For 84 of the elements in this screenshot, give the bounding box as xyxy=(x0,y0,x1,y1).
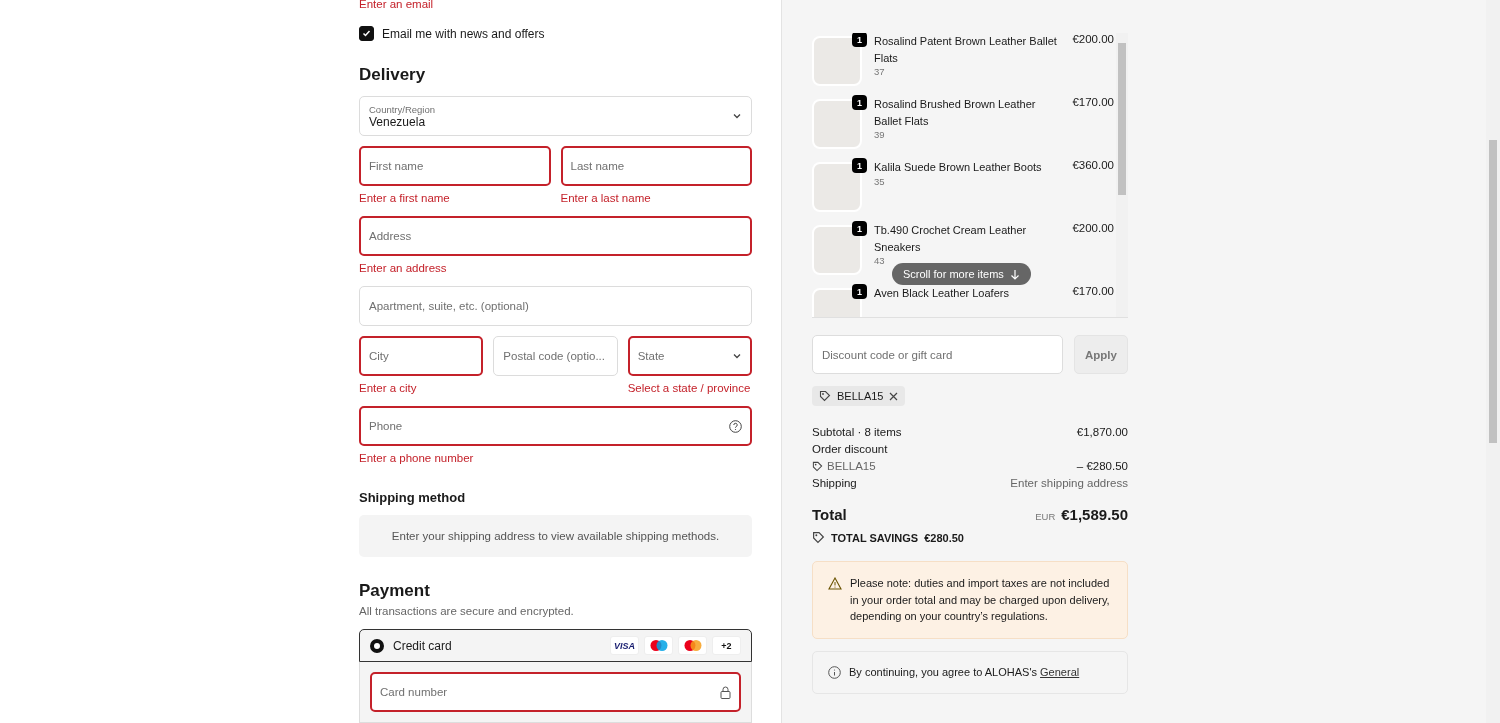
visa-card-icon: VISA xyxy=(610,636,639,655)
payment-option[interactable]: Credit card VISA +2 xyxy=(359,629,752,662)
scroll-hint[interactable]: Scroll for more items xyxy=(892,263,1031,285)
error-message: Enter an email xyxy=(359,0,435,12)
input-field[interactable]: Last name xyxy=(560,146,752,186)
quantity-badge: 1 xyxy=(852,33,867,47)
check-icon xyxy=(362,29,371,38)
select-field[interactable]: Country/Region Venezuela xyxy=(359,96,752,136)
radio-button[interactable] xyxy=(370,638,384,653)
tag-icon xyxy=(812,460,823,472)
input-field[interactable]: Address xyxy=(359,216,752,256)
product-name: Aven Black Leather Loafers xyxy=(874,286,1010,301)
product-name: Rosalind Brushed Brown Leather Ballet Flats xyxy=(874,97,1037,129)
section-title: Delivery xyxy=(359,65,427,85)
error-message: Enter a phone number xyxy=(359,451,475,466)
close-icon[interactable] xyxy=(889,391,899,401)
apply-button[interactable]: Apply xyxy=(1074,335,1128,374)
terms-text: By continuing, you agree to ALOHAS's General xyxy=(849,665,1080,679)
more-cards-badge: +2 xyxy=(712,636,741,655)
warning-icon xyxy=(828,577,842,590)
error-message: Select a state / province xyxy=(627,381,752,396)
field-label: Country/Region xyxy=(369,103,436,115)
help-icon[interactable] xyxy=(729,419,742,433)
quantity-badge: 1 xyxy=(852,221,867,236)
error-message: Enter a first name xyxy=(359,191,451,206)
product-price: €170.00 xyxy=(1072,96,1114,110)
section-subtitle: All transactions are secure and encrypted. xyxy=(359,605,575,617)
select-field[interactable]: State xyxy=(627,336,752,376)
summary-value: €1,870.00 xyxy=(1076,426,1128,438)
terms-link[interactable]: General xyxy=(1040,665,1080,678)
discount-tag: BELLA15 xyxy=(812,386,906,406)
product-name: Tb.490 Crochet Cream Leather Sneakers xyxy=(874,223,1028,255)
section-title: Payment xyxy=(359,581,431,601)
tag-icon xyxy=(819,390,831,402)
tag-icon xyxy=(812,531,825,544)
summary-value: – €280.50 xyxy=(1076,460,1128,472)
quantity-badge: 1 xyxy=(852,95,867,110)
summary-label: Shipping xyxy=(812,477,857,489)
total-label: Total xyxy=(812,506,847,523)
summary-label: Order discount xyxy=(812,443,889,455)
info-message: Enter your shipping address to view available shipping methods. xyxy=(359,515,752,557)
input-field[interactable]: Phone xyxy=(359,406,752,446)
discount-code: BELLA15 xyxy=(827,460,876,472)
savings-value: €280.50 xyxy=(924,531,964,544)
card-logo-icon xyxy=(678,636,707,655)
product-price: €360.00 xyxy=(1072,159,1114,173)
total-value: €1,589.50 xyxy=(1061,506,1128,523)
card-logo-icon xyxy=(644,636,673,655)
chevron-down-icon xyxy=(732,111,742,121)
arrow-down-icon xyxy=(1009,268,1020,280)
input-field[interactable]: Postal code (optio... xyxy=(493,336,618,376)
checkbox-label: Email me with news and offers xyxy=(382,26,545,41)
field-value: Venezuela xyxy=(369,114,426,129)
discount-field[interactable]: Discount code or gift card xyxy=(812,335,1063,374)
error-message: Enter an address xyxy=(359,261,448,276)
product-size: 39 xyxy=(874,129,886,140)
product-name: Kalila Suede Brown Leather Boots xyxy=(874,160,1043,175)
product-price: €170.00 xyxy=(1072,285,1114,299)
quantity-badge: 1 xyxy=(852,158,867,173)
product-name: Rosalind Patent Brown Leather Ballet Flats xyxy=(874,34,1058,66)
lock-icon xyxy=(720,685,731,699)
scrollbar-drawing[interactable] xyxy=(1486,0,1500,723)
info-icon xyxy=(828,665,841,679)
input-field[interactable]: Card number xyxy=(370,672,741,712)
product-size: 37 xyxy=(874,66,886,77)
product-size: 35 xyxy=(874,175,886,187)
input-field[interactable]: Apartment, suite, etc. (optional) xyxy=(359,286,752,326)
scrollbar-drawing[interactable] xyxy=(1116,33,1128,317)
savings-label: TOTAL SAVINGS xyxy=(831,531,919,544)
product-size: 43 xyxy=(874,255,886,266)
quantity-badge: 1 xyxy=(852,284,867,299)
checkbox[interactable] xyxy=(359,26,374,41)
product-price: €200.00 xyxy=(1072,33,1114,47)
summary-value: Enter shipping address xyxy=(1010,477,1128,489)
notice-text: Please note: duties and import taxes are not included in your order total and may be charged upon delivery, depending on your country’s regulations. xyxy=(850,576,1111,624)
input-field[interactable]: First name xyxy=(359,146,551,186)
error-message: Enter a city xyxy=(359,381,418,396)
input-field[interactable]: City xyxy=(359,336,484,376)
product-price: €200.00 xyxy=(1072,222,1114,236)
section-title: Shipping method xyxy=(359,490,467,505)
error-message: Enter a last name xyxy=(560,191,652,206)
currency-code: EUR xyxy=(1035,511,1056,522)
chevron-down-icon xyxy=(732,351,742,361)
summary-label: Subtotal · 8 items xyxy=(812,426,902,438)
